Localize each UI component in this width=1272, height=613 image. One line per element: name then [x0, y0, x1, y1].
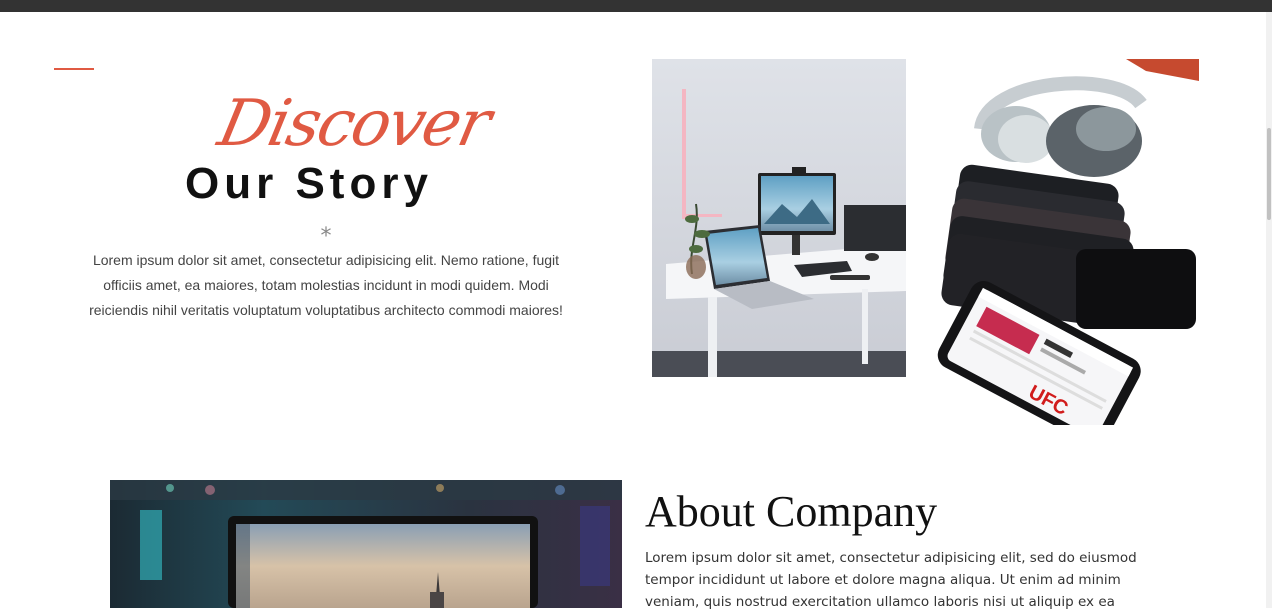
desk-setup-image: [652, 59, 906, 377]
scrollbar-thumb[interactable]: [1267, 128, 1271, 220]
about-title: About Company: [645, 487, 938, 536]
accent-line: [54, 68, 94, 70]
about-paragraph: Lorem ipsum dolor sit amet, consectetur …: [645, 550, 1137, 610]
asterisk-ornament: *: [320, 224, 332, 249]
script-heading: Discover: [212, 87, 496, 161]
browser-top-bar: [0, 0, 1272, 12]
gadgets-image: UFC: [926, 59, 1199, 425]
laptop-image: [110, 480, 622, 608]
story-heading: Discover Our Story: [150, 87, 500, 222]
page-title: Our Story: [185, 159, 433, 208]
scrollbar-track[interactable]: [1266, 12, 1272, 608]
story-paragraph: Lorem ipsum dolor sit amet, consectetur …: [89, 252, 563, 318]
